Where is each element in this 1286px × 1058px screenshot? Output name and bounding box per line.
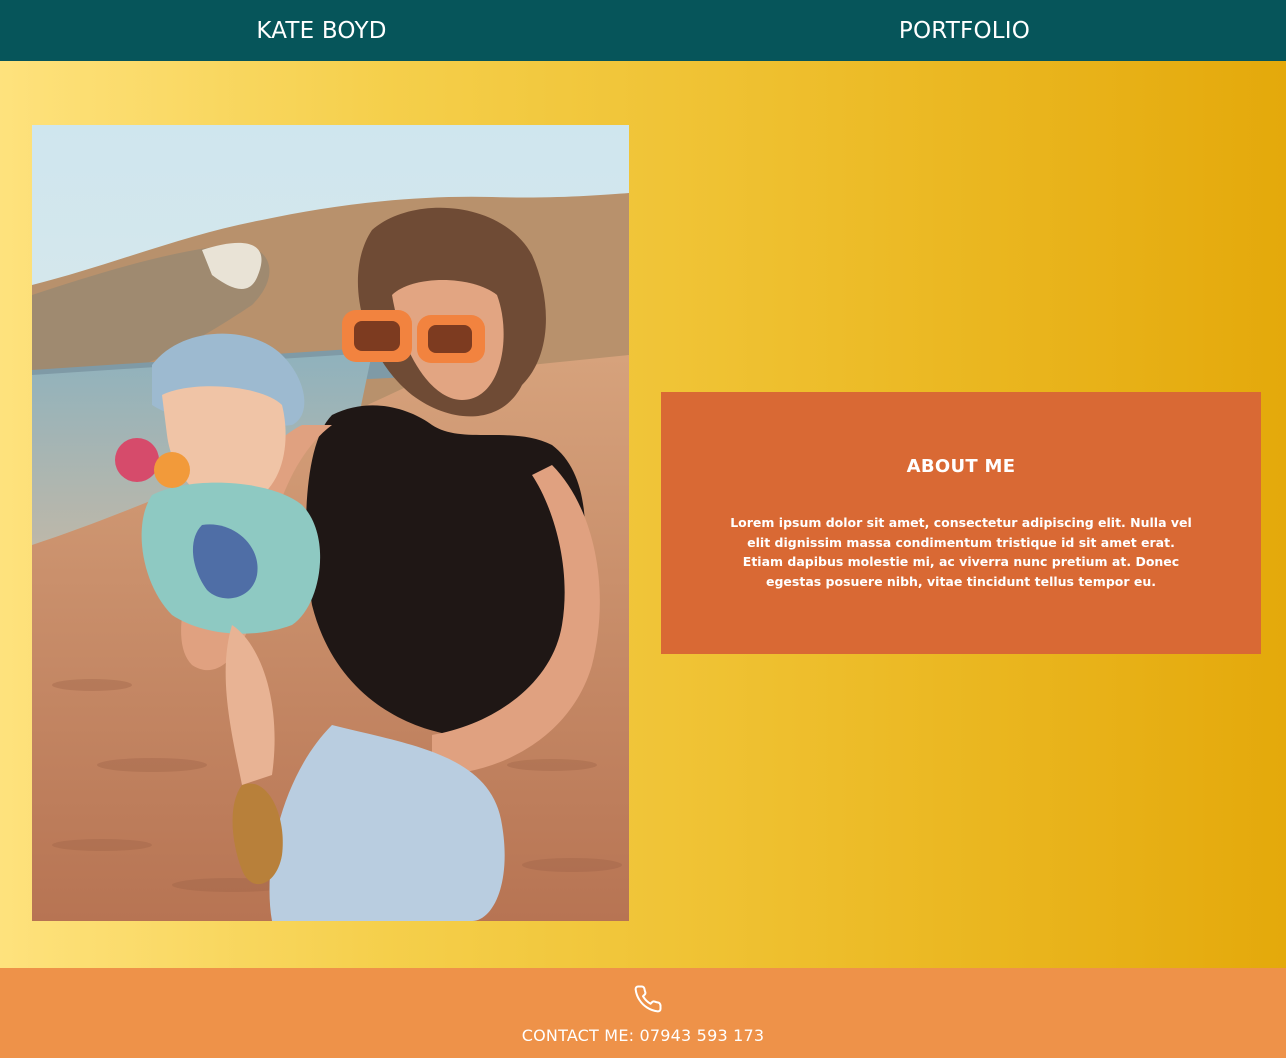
phone-icon[interactable] xyxy=(633,984,663,1014)
about-card: ABOUT ME Lorem ipsum dolor sit amet, con… xyxy=(661,392,1261,654)
footer: CONTACT ME: 07943 593 173 xyxy=(0,968,1286,1058)
profile-photo xyxy=(32,125,629,921)
portfolio-link[interactable]: PORTFOLIO xyxy=(643,0,1286,61)
about-body: Lorem ipsum dolor sit amet, consectetur … xyxy=(730,515,1192,589)
contact-text[interactable]: CONTACT ME: 07943 593 173 xyxy=(0,1026,1286,1045)
home-name-link[interactable]: KATE BOYD xyxy=(0,0,643,61)
top-nav: KATE BOYD PORTFOLIO xyxy=(0,0,1286,61)
about-title: ABOUT ME xyxy=(906,456,1016,477)
main-section: ABOUT ME Lorem ipsum dolor sit amet, con… xyxy=(0,61,1286,968)
